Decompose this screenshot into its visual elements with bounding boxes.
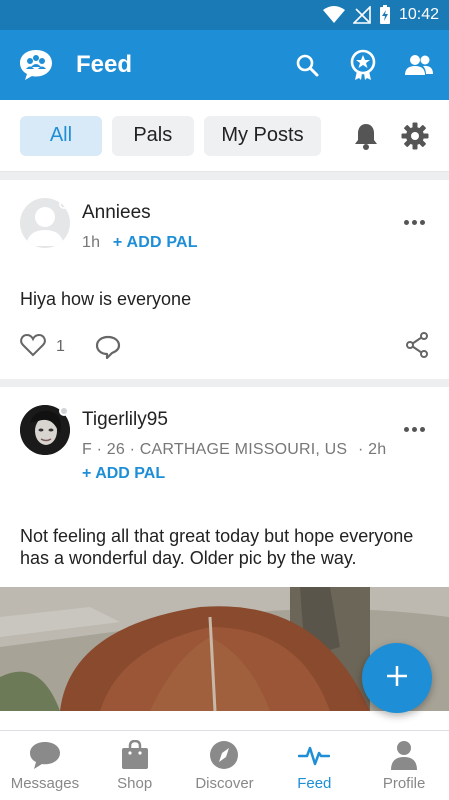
shopping-bag-icon bbox=[119, 739, 151, 771]
nav-messages[interactable]: Messages bbox=[0, 731, 90, 800]
no-signal-icon bbox=[352, 6, 371, 24]
tab-all[interactable]: All bbox=[20, 115, 102, 156]
nav-label: Profile bbox=[382, 775, 426, 792]
nav-profile[interactable]: Profile bbox=[359, 731, 449, 800]
notifications-bell-icon[interactable] bbox=[351, 121, 380, 151]
battery-charging-icon bbox=[379, 5, 391, 25]
compass-icon bbox=[208, 739, 240, 771]
more-options-icon[interactable] bbox=[399, 419, 429, 439]
post-username[interactable]: Anniees bbox=[82, 202, 399, 224]
online-status-dot bbox=[59, 199, 69, 209]
tab-pals[interactable]: Pals bbox=[111, 115, 194, 156]
status-time: 10:42 bbox=[398, 6, 439, 23]
pals-people-icon[interactable] bbox=[403, 49, 435, 81]
nav-label: Feed bbox=[297, 775, 332, 792]
bottom-navigation: Messages Shop Discover Feed Profile bbox=[0, 730, 449, 800]
post-text: Not feeling all that great today but hop… bbox=[20, 526, 414, 568]
post-username[interactable]: Tigerlily95 bbox=[82, 409, 399, 431]
achievement-badge-icon[interactable] bbox=[347, 49, 379, 81]
post-card: Anniees 1h + ADD PAL Hiya how is everyon… bbox=[0, 180, 449, 379]
search-icon[interactable] bbox=[291, 49, 323, 81]
nav-label: Discover bbox=[195, 775, 254, 792]
post-user-details: F · 26 · CARTHAGE MISSOURI, US bbox=[82, 441, 348, 458]
post-text: Hiya how is everyone bbox=[20, 289, 192, 309]
online-status-dot bbox=[59, 406, 69, 416]
like-count: 1 bbox=[56, 338, 65, 355]
post-time: · 2h bbox=[357, 441, 387, 458]
post-time: 1h bbox=[82, 234, 101, 251]
wifi-icon bbox=[322, 6, 345, 24]
tab-my-posts[interactable]: My Posts bbox=[203, 115, 322, 156]
more-options-icon[interactable] bbox=[399, 212, 429, 232]
like-heart-icon[interactable] bbox=[20, 333, 46, 362]
app-bar: Feed bbox=[0, 30, 449, 100]
chat-bubble-icon bbox=[29, 739, 61, 771]
page-title: Feed bbox=[76, 51, 133, 78]
nav-feed[interactable]: Feed bbox=[269, 731, 359, 800]
plus-icon bbox=[385, 664, 409, 693]
nav-discover[interactable]: Discover bbox=[180, 731, 270, 800]
add-pal-button[interactable]: + ADD PAL bbox=[113, 234, 198, 251]
comment-bubble-icon[interactable] bbox=[95, 335, 121, 359]
nav-shop[interactable]: Shop bbox=[90, 731, 180, 800]
nav-label: Messages bbox=[10, 775, 80, 792]
feed-filter-tabs: All Pals My Posts bbox=[0, 100, 449, 172]
add-pal-button[interactable]: + ADD PAL bbox=[82, 465, 399, 483]
settings-gear-icon[interactable] bbox=[400, 121, 429, 151]
app-logo-icon bbox=[18, 47, 54, 83]
status-bar: 10:42 bbox=[0, 0, 449, 30]
person-icon bbox=[388, 739, 420, 771]
avatar[interactable] bbox=[20, 405, 70, 455]
create-post-button[interactable] bbox=[362, 643, 432, 713]
avatar[interactable] bbox=[20, 198, 70, 248]
share-icon[interactable] bbox=[405, 331, 429, 363]
nav-label: Shop bbox=[117, 775, 153, 792]
pulse-icon bbox=[298, 739, 331, 771]
